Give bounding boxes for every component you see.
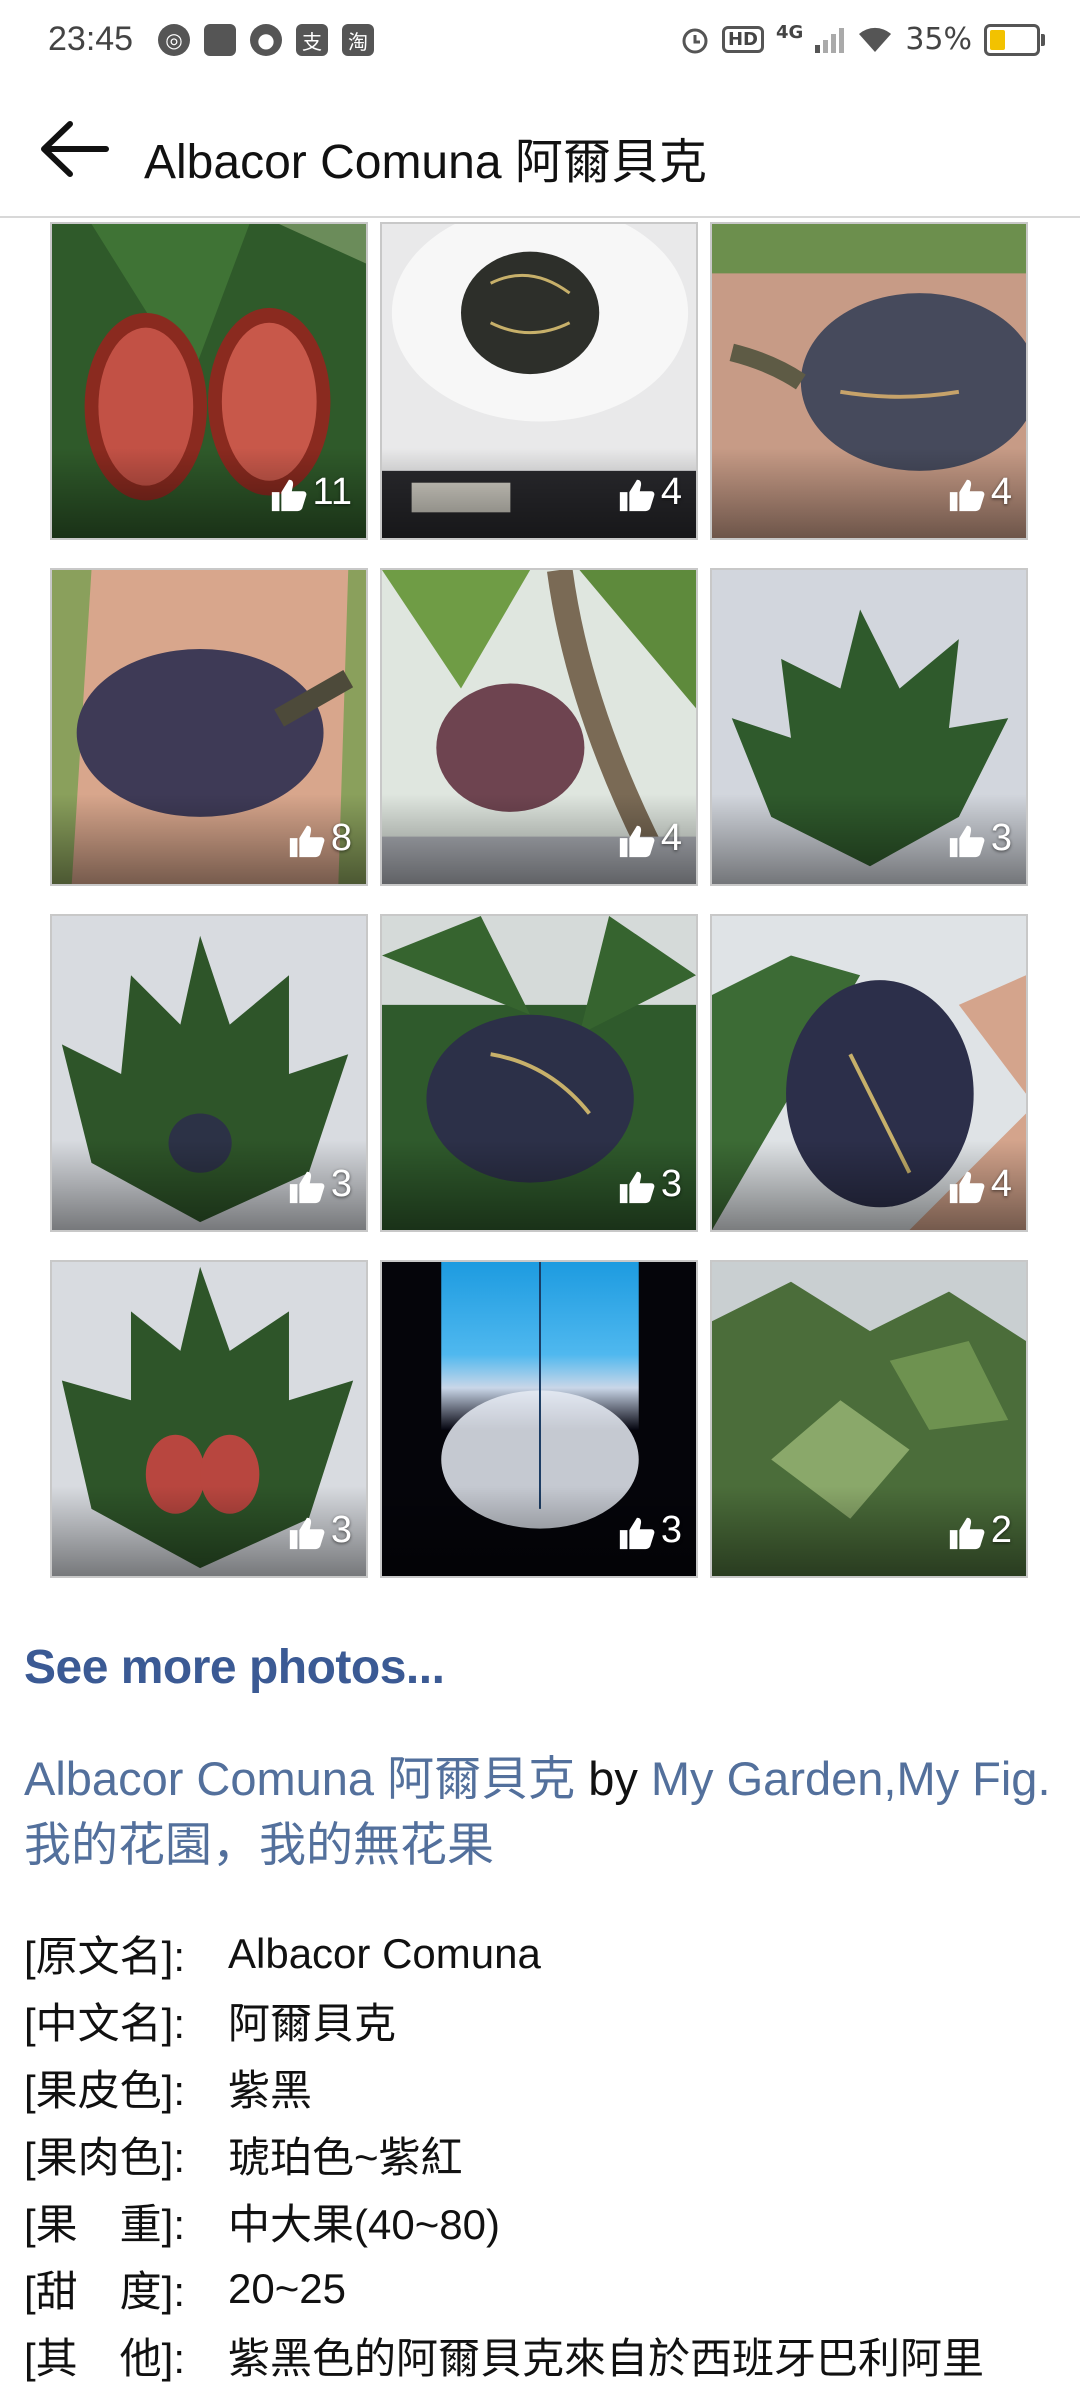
detail-key: [原文名]: [24, 1933, 186, 1980]
see-more-photos-link[interactable]: See more photos... [24, 1640, 445, 1695]
photo-tile[interactable]: 4 [380, 222, 698, 540]
alipay-notification-icon: 支 [296, 24, 328, 56]
taobao-notification-icon: 淘 [342, 24, 374, 56]
detail-value: 中大果(40~80) [228, 2201, 500, 2248]
detail-value: 紫黑色的阿爾貝克來自於西班牙巴利阿里 [228, 2335, 985, 2382]
like-count: 4 [617, 471, 682, 514]
detail-value: Albacor Comuna [228, 1929, 541, 1977]
thumbs-up-icon [949, 479, 985, 512]
photo-tile[interactable]: 11 [50, 222, 368, 540]
thumbs-up-icon [619, 1517, 655, 1550]
detail-key: [其 他]: [24, 2335, 186, 2382]
like-count: 2 [947, 1509, 1012, 1552]
battery-percent: 35% [905, 22, 972, 57]
photo-tile[interactable]: 3 [380, 1260, 698, 1578]
thumbs-up-icon [289, 825, 325, 858]
thumbs-up-icon [289, 1517, 325, 1550]
like-count: 3 [617, 1509, 682, 1552]
photo-tile[interactable]: 8 [50, 568, 368, 886]
detail-value: 琥珀色~紫紅 [228, 2134, 463, 2181]
like-count: 11 [269, 471, 352, 514]
battery-icon [984, 23, 1045, 56]
photo-tile[interactable]: 3 [710, 568, 1028, 886]
system-icons: HD 4G 35% [680, 22, 1045, 57]
thumbs-up-icon [271, 479, 306, 512]
photo-tile[interactable]: 2 [710, 1260, 1028, 1578]
thumbs-up-icon [949, 1171, 985, 1204]
thumbs-up-icon [619, 479, 655, 512]
photo-tile[interactable]: 4 [710, 222, 1028, 540]
status-bar: 23:45 ◎ ● 支 淘 HD 4G 35% [0, 0, 1080, 86]
like-count: 3 [287, 1509, 352, 1552]
variety-details: [原文名]: Albacor Comuna [中文名]: 阿爾貝克 [果皮色]: 紫黑… [24, 1920, 1064, 2389]
thumbs-up-icon [619, 825, 655, 858]
gallery-notification-icon [204, 24, 236, 56]
alarm-icon [682, 28, 708, 53]
status-time: 23:45 [48, 20, 134, 58]
detail-key: [中文名]: [24, 2000, 186, 2047]
detail-key: [果 重]: [24, 2201, 186, 2248]
thumbs-up-icon [949, 825, 985, 858]
chat-notification-icon: ● [250, 24, 282, 56]
signal-icon [815, 27, 845, 53]
detail-row: [中文名]: 阿爾貝克 [24, 1987, 1064, 2054]
detail-value: 紫黑 [228, 2067, 313, 2114]
by-text: by [575, 1752, 651, 1805]
variety-link[interactable]: Albacor Comuna 阿爾貝克 [24, 1752, 575, 1805]
photo-tile[interactable]: 3 [50, 914, 368, 1232]
detail-value: 阿爾貝克 [228, 2000, 397, 2047]
back-arrow-icon[interactable] [36, 116, 110, 182]
page-title: Albacor Comuna 阿爾貝克 [144, 136, 707, 189]
network-type: 4G [776, 22, 804, 43]
like-count: 3 [287, 1163, 352, 1206]
detail-key: [甜 度]: [24, 2268, 186, 2315]
thumbs-up-icon [289, 1171, 325, 1204]
detail-row: [原文名]: Albacor Comuna [24, 1920, 1064, 1987]
photo-tile[interactable]: 4 [380, 568, 698, 886]
photo-tile[interactable]: 4 [710, 914, 1028, 1232]
detail-value: 20~25 [228, 2264, 346, 2312]
like-count: 8 [287, 817, 352, 860]
notification-icons: ◎ ● 支 淘 [158, 24, 374, 56]
hd-badge: HD [721, 26, 764, 53]
detail-key: [果皮色]: [24, 2067, 186, 2114]
like-count: 4 [617, 817, 682, 860]
detail-row: [果肉色]: 琥珀色~紫紅 [24, 2121, 1064, 2188]
detail-row: [果 重]: 中大果(40~80) [24, 2188, 1064, 2255]
app-notification-icon: ◎ [158, 24, 190, 56]
wifi-icon [859, 27, 892, 52]
like-count: 4 [947, 1163, 1012, 1206]
variety-intro: Albacor Comuna 阿爾貝克 by My Garden,My Fig.… [24, 1746, 1064, 1878]
detail-key: [果肉色]: [24, 2134, 186, 2181]
app-bar: Albacor Comuna 阿爾貝克 [0, 86, 1080, 218]
thumbs-up-icon [619, 1171, 655, 1204]
thumbs-up-icon [949, 1517, 985, 1550]
photo-grid: 11 4 4 8 4 3 3 3 4 3 3 2 [50, 222, 1032, 1578]
detail-row: [其 他]: 紫黑色的阿爾貝克來自於西班牙巴利阿里 [24, 2322, 1064, 2389]
like-count: 3 [947, 817, 1012, 860]
detail-row: [甜 度]: 20~25 [24, 2255, 1064, 2322]
photo-tile[interactable]: 3 [50, 1260, 368, 1578]
photo-tile[interactable]: 3 [380, 914, 698, 1232]
like-count: 3 [617, 1163, 682, 1206]
detail-row: [果皮色]: 紫黑 [24, 2054, 1064, 2121]
like-count: 4 [947, 471, 1012, 514]
